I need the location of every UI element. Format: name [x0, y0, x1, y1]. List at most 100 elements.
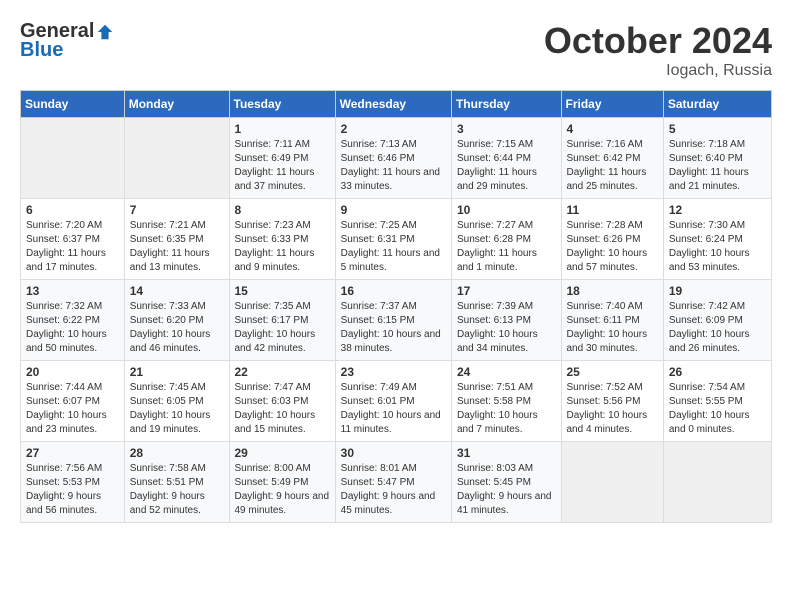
- weekday-header-row: SundayMondayTuesdayWednesdayThursdayFrid…: [21, 91, 772, 118]
- weekday-header: Wednesday: [335, 91, 451, 118]
- calendar-week-row: 27 Sunrise: 7:56 AMSunset: 5:53 PMDayligh…: [21, 442, 772, 523]
- calendar-cell: 28Sunrise: 7:58 AMSunset: 5:51 PMDayligh…: [124, 442, 229, 523]
- calendar-cell: 6Sunrise: 7:20 AMSunset: 6:37 PMDaylight…: [21, 199, 125, 280]
- weekday-header: Sunday: [21, 91, 125, 118]
- calendar-cell: [561, 442, 663, 523]
- cell-content: Sunrise: 7:42 AMSunset: 6:09 PMDaylight:…: [669, 300, 766, 356]
- day-number: 22: [235, 365, 330, 379]
- calendar-cell: 3Sunrise: 7:15 AMSunset: 6:44 PMDaylight…: [451, 118, 561, 199]
- calendar-cell: 7Sunrise: 7:21 AMSunset: 6:35 PMDaylight…: [124, 199, 229, 280]
- day-number: 20: [26, 365, 119, 379]
- calendar-cell: 20 Sunrise: 7:44 AMSunset: 6:07 PMDayligh…: [21, 361, 125, 442]
- cell-content: Sunrise: 7:18 AMSunset: 6:40 PMDaylight:…: [669, 138, 766, 194]
- calendar-cell: 24Sunrise: 7:51 AMSunset: 5:58 PMDayligh…: [451, 361, 561, 442]
- day-number: 6: [26, 203, 119, 217]
- cell-content: Sunrise: 7:37 AMSunset: 6:15 PMDaylight:…: [341, 300, 446, 356]
- cell-content: Sunrise: 8:00 AMSunset: 5:49 PMDaylight:…: [235, 462, 330, 518]
- day-number: 9: [341, 203, 446, 217]
- cell-content: Sunrise: 7:45 AMSunset: 6:05 PMDaylight:…: [130, 381, 224, 437]
- calendar-cell: 29 Sunrise: 8:00 AMSunset: 5:49 PMDayligh…: [229, 442, 335, 523]
- calendar-cell: 25 Sunrise: 7:52 AMSunset: 5:56 PMDayligh…: [561, 361, 663, 442]
- weekday-header: Tuesday: [229, 91, 335, 118]
- day-number: 19: [669, 284, 766, 298]
- day-number: 5: [669, 122, 766, 136]
- day-number: 17: [457, 284, 556, 298]
- calendar-cell: 18Sunrise: 7:40 AMSunset: 6:11 PMDayligh…: [561, 280, 663, 361]
- logo-icon: [96, 23, 114, 41]
- day-number: 25: [567, 365, 658, 379]
- calendar-week-row: 13 Sunrise: 7:32 AMSunset: 6:22 PMDayligh…: [21, 280, 772, 361]
- cell-content: Sunrise: 7:44 AMSunset: 6:07 PMDaylight:…: [26, 381, 119, 437]
- calendar-cell: 14Sunrise: 7:33 AMSunset: 6:20 PMDayligh…: [124, 280, 229, 361]
- cell-content: Sunrise: 7:32 AMSunset: 6:22 PMDaylight:…: [26, 300, 119, 356]
- calendar-cell: 13 Sunrise: 7:32 AMSunset: 6:22 PMDayligh…: [21, 280, 125, 361]
- day-number: 14: [130, 284, 224, 298]
- calendar-cell: 9 Sunrise: 7:25 AMSunset: 6:31 PMDaylight…: [335, 199, 451, 280]
- day-number: 12: [669, 203, 766, 217]
- calendar-week-row: 6Sunrise: 7:20 AMSunset: 6:37 PMDaylight…: [21, 199, 772, 280]
- calendar-cell: 4 Sunrise: 7:16 AMSunset: 6:42 PMDaylight…: [561, 118, 663, 199]
- day-number: 8: [235, 203, 330, 217]
- weekday-header: Monday: [124, 91, 229, 118]
- calendar-cell: 17 Sunrise: 7:39 AMSunset: 6:13 PMDayligh…: [451, 280, 561, 361]
- day-number: 16: [341, 284, 446, 298]
- calendar-table: SundayMondayTuesdayWednesdayThursdayFrid…: [20, 90, 772, 523]
- calendar-week-row: 1Sunrise: 7:11 AMSunset: 6:49 PMDaylight…: [21, 118, 772, 199]
- cell-content: Sunrise: 7:40 AMSunset: 6:11 PMDaylight:…: [567, 300, 658, 356]
- day-number: 24: [457, 365, 556, 379]
- day-number: 13: [26, 284, 119, 298]
- calendar-cell: 1Sunrise: 7:11 AMSunset: 6:49 PMDaylight…: [229, 118, 335, 199]
- cell-content: Sunrise: 7:15 AMSunset: 6:44 PMDaylight:…: [457, 138, 556, 194]
- page-header: General Blue October 2024 Iogach, Russia: [20, 20, 772, 80]
- cell-content: Sunrise: 7:56 AMSunset: 5:53 PMDaylight:…: [26, 462, 119, 518]
- cell-content: Sunrise: 8:03 AMSunset: 5:45 PMDaylight:…: [457, 462, 556, 518]
- day-number: 26: [669, 365, 766, 379]
- cell-content: Sunrise: 7:23 AMSunset: 6:33 PMDaylight:…: [235, 219, 330, 275]
- day-number: 21: [130, 365, 224, 379]
- day-number: 2: [341, 122, 446, 136]
- calendar-cell: 10 Sunrise: 7:27 AMSunset: 6:28 PMDayligh…: [451, 199, 561, 280]
- day-number: 15: [235, 284, 330, 298]
- calendar-cell: 21 Sunrise: 7:45 AMSunset: 6:05 PMDayligh…: [124, 361, 229, 442]
- cell-content: Sunrise: 7:52 AMSunset: 5:56 PMDaylight:…: [567, 381, 658, 437]
- cell-content: Sunrise: 8:01 AMSunset: 5:47 PMDaylight:…: [341, 462, 446, 518]
- calendar-cell: 26 Sunrise: 7:54 AMSunset: 5:55 PMDayligh…: [663, 361, 771, 442]
- day-number: 4: [567, 122, 658, 136]
- calendar-cell: 16 Sunrise: 7:37 AMSunset: 6:15 PMDayligh…: [335, 280, 451, 361]
- day-number: 27: [26, 446, 119, 460]
- calendar-cell: 19 Sunrise: 7:42 AMSunset: 6:09 PMDayligh…: [663, 280, 771, 361]
- calendar-cell: 22 Sunrise: 7:47 AMSunset: 6:03 PMDayligh…: [229, 361, 335, 442]
- day-number: 23: [341, 365, 446, 379]
- month-title: October 2024: [544, 20, 772, 62]
- cell-content: Sunrise: 7:47 AMSunset: 6:03 PMDaylight:…: [235, 381, 330, 437]
- calendar-cell: [21, 118, 125, 199]
- location: Iogach, Russia: [544, 62, 772, 80]
- cell-content: Sunrise: 7:27 AMSunset: 6:28 PMDaylight:…: [457, 219, 556, 275]
- day-number: 1: [235, 122, 330, 136]
- day-number: 31: [457, 446, 556, 460]
- day-number: 28: [130, 446, 224, 460]
- cell-content: Sunrise: 7:54 AMSunset: 5:55 PMDaylight:…: [669, 381, 766, 437]
- cell-content: Sunrise: 7:16 AMSunset: 6:42 PMDaylight:…: [567, 138, 658, 194]
- cell-content: Sunrise: 7:25 AMSunset: 6:31 PMDaylight:…: [341, 219, 446, 275]
- cell-content: Sunrise: 7:39 AMSunset: 6:13 PMDaylight:…: [457, 300, 556, 356]
- calendar-cell: 8 Sunrise: 7:23 AMSunset: 6:33 PMDaylight…: [229, 199, 335, 280]
- calendar-cell: 30 Sunrise: 8:01 AMSunset: 5:47 PMDayligh…: [335, 442, 451, 523]
- day-number: 10: [457, 203, 556, 217]
- calendar-cell: 23 Sunrise: 7:49 AMSunset: 6:01 PMDayligh…: [335, 361, 451, 442]
- calendar-cell: 2Sunrise: 7:13 AMSunset: 6:46 PMDaylight…: [335, 118, 451, 199]
- weekday-header: Friday: [561, 91, 663, 118]
- cell-content: Sunrise: 7:30 AMSunset: 6:24 PMDaylight:…: [669, 219, 766, 275]
- logo: General Blue: [20, 20, 114, 62]
- day-number: 30: [341, 446, 446, 460]
- calendar-cell: [663, 442, 771, 523]
- weekday-header: Thursday: [451, 91, 561, 118]
- calendar-cell: 5 Sunrise: 7:18 AMSunset: 6:40 PMDaylight…: [663, 118, 771, 199]
- calendar-cell: 12 Sunrise: 7:30 AMSunset: 6:24 PMDayligh…: [663, 199, 771, 280]
- day-number: 7: [130, 203, 224, 217]
- cell-content: Sunrise: 7:49 AMSunset: 6:01 PMDaylight:…: [341, 381, 446, 437]
- calendar-week-row: 20 Sunrise: 7:44 AMSunset: 6:07 PMDayligh…: [21, 361, 772, 442]
- day-number: 29: [235, 446, 330, 460]
- calendar-cell: 27 Sunrise: 7:56 AMSunset: 5:53 PMDayligh…: [21, 442, 125, 523]
- cell-content: Sunrise: 7:35 AMSunset: 6:17 PMDaylight:…: [235, 300, 330, 356]
